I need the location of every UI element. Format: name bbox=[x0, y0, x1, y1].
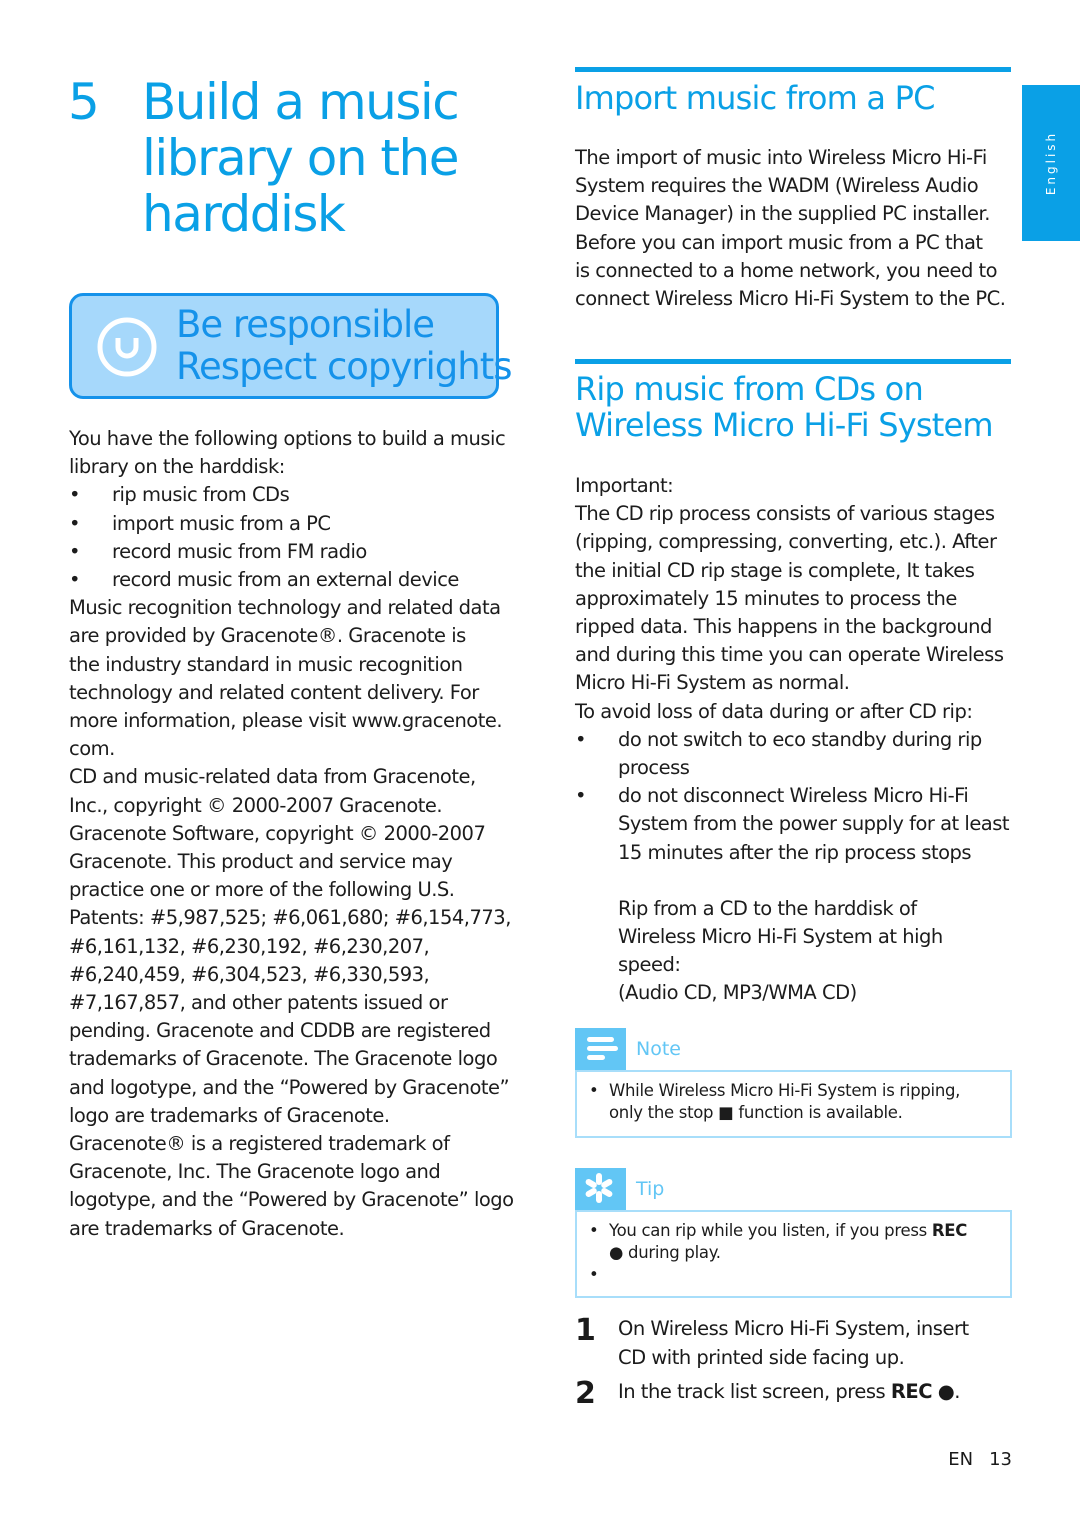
avoid-item: • do not switch to eco standby during ri… bbox=[575, 726, 1015, 782]
avoid-intro: To avoid loss of data during or after CD… bbox=[575, 699, 973, 723]
language-tab: English bbox=[1022, 85, 1080, 241]
bullet-icon: • bbox=[575, 784, 587, 808]
tip-label: Tip bbox=[636, 1178, 665, 1200]
step-item: 1 On Wireless Micro Hi-Fi System, insert… bbox=[575, 1315, 1020, 1372]
section-divider bbox=[575, 67, 1011, 72]
import-section-body: The import of music into Wireless Micro … bbox=[575, 146, 1006, 311]
bullet-icon: • bbox=[69, 568, 81, 592]
chapter-title-line: harddisk bbox=[142, 185, 346, 243]
important-label: Important: bbox=[575, 474, 674, 497]
avoid-item: • do not disconnect Wireless Micro Hi-Fi… bbox=[575, 782, 1015, 867]
note-lines-icon bbox=[575, 1028, 626, 1070]
step-number: 2 bbox=[575, 1376, 596, 1411]
option-item: • record music from FM radio bbox=[69, 538, 509, 566]
option-item: • import music from a PC bbox=[69, 510, 509, 538]
bullet-icon: • bbox=[575, 727, 587, 751]
bullet-icon: • bbox=[589, 1265, 599, 1284]
note-label: Note bbox=[636, 1038, 681, 1060]
chapter-title-line: library on the bbox=[142, 129, 460, 187]
stop-icon: ■ bbox=[718, 1103, 734, 1122]
page-footer: EN 13 bbox=[948, 1448, 1012, 1472]
rec-key: REC bbox=[890, 1380, 933, 1403]
bullet-icon: • bbox=[69, 511, 81, 535]
chapter-title: Build a music library on the harddisk bbox=[142, 74, 522, 242]
import-section-heading: Import music from a PC bbox=[575, 79, 935, 117]
rec-key: REC bbox=[931, 1221, 968, 1240]
chapter-title-line: Build a music bbox=[142, 73, 460, 131]
bullet-icon: • bbox=[69, 539, 81, 563]
banner-line-1: Be responsible bbox=[176, 303, 435, 346]
bullet-icon: • bbox=[69, 483, 81, 507]
gracenote-paragraph-1: Music recognition technology and related… bbox=[69, 596, 503, 761]
section-divider bbox=[575, 359, 1011, 364]
chapter-number: 5 bbox=[68, 73, 100, 131]
bullet-icon: • bbox=[589, 1081, 599, 1100]
bullet-icon: • bbox=[589, 1221, 599, 1240]
rip-speed-info: Rip from a CD to the harddisk of Wireles… bbox=[618, 896, 943, 1005]
language-tab-label: English bbox=[1044, 130, 1058, 196]
step-number: 1 bbox=[575, 1313, 596, 1348]
record-icon: ● bbox=[609, 1243, 624, 1262]
left-column-text: You have the following options to build … bbox=[69, 425, 514, 1243]
banner-text: Be responsible Respect copyrights bbox=[176, 303, 513, 388]
asterisk-icon bbox=[575, 1168, 626, 1210]
tip-callout: Tip • You can rip while you listen, if yo… bbox=[575, 1168, 1012, 1298]
option-item: • record music from an external device bbox=[69, 566, 509, 594]
rip-section-body: Important: The CD rip process consists o… bbox=[575, 472, 1015, 1008]
respect-copyrights-banner: Be responsible Respect copyrights bbox=[69, 293, 513, 399]
page-number: 13 bbox=[989, 1449, 1012, 1470]
note-callout: Note • While Wireless Micro Hi-Fi System … bbox=[575, 1028, 1012, 1138]
banner-line-2: Respect copyrights bbox=[176, 345, 513, 388]
rip-steps: 1 On Wireless Micro Hi-Fi System, insert… bbox=[575, 1315, 1020, 1410]
footer-language: EN bbox=[948, 1449, 974, 1470]
copyright-respect-icon bbox=[97, 317, 157, 377]
gracenote-paragraph-2: CD and music-related data from Gracenote… bbox=[69, 765, 514, 1240]
record-icon: ● bbox=[932, 1380, 955, 1403]
important-paragraph: The CD rip process consists of various s… bbox=[575, 502, 1004, 695]
step-item: 2 In the track list screen, press REC ●. bbox=[575, 1376, 960, 1411]
tip-content: • You can rip while you listen, if you pr… bbox=[575, 1210, 1012, 1298]
intro-line: library on the harddisk: bbox=[69, 455, 285, 479]
rip-section-heading: Rip music from CDs on Wireless Micro Hi-… bbox=[575, 370, 994, 444]
option-item: • rip music from CDs bbox=[69, 481, 509, 509]
intro-line: You have the following options to build … bbox=[69, 427, 506, 450]
note-content: • While Wireless Micro Hi-Fi System is ri… bbox=[575, 1070, 1012, 1138]
